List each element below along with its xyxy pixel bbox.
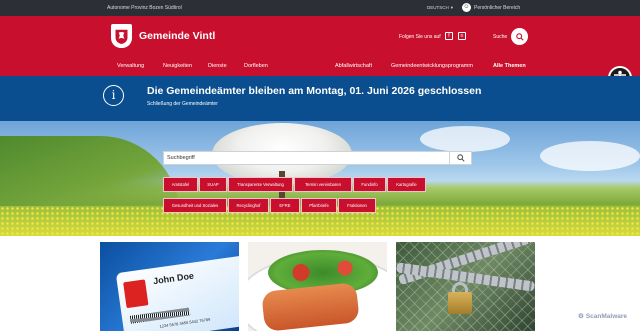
municipality-crest-logo[interactable] [111, 24, 132, 48]
quicklink-suap[interactable]: SUAP [199, 177, 227, 192]
site-header: Gemeinde Vintl Folgen Sie uns auf f ≡ Su… [0, 16, 640, 76]
facebook-icon[interactable]: f [445, 32, 453, 40]
crest-icon [115, 29, 128, 44]
nav-neuigkeiten[interactable]: Neuigkeiten [163, 63, 192, 69]
site-title[interactable]: Gemeinde Vintl [139, 30, 215, 42]
hill [0, 136, 180, 216]
nav-verwaltung[interactable]: Verwaltung [117, 63, 144, 69]
hero-search-button[interactable] [449, 151, 471, 165]
nav-abfallwirtschaft[interactable]: Abfallwirtschaft [335, 63, 372, 69]
province-link[interactable]: Autonome Provinz Bozen Südtirol [107, 5, 182, 11]
personal-area-button[interactable]: ☺ Persönlicher Bereich [462, 3, 520, 12]
search-input[interactable]: Suchbegriff [167, 155, 195, 161]
follow-us-label: Folgen Sie uns auf [399, 34, 441, 40]
card-padlock[interactable] [396, 242, 535, 331]
notice-banner[interactable]: i Die Gemeindeämter bleiben am Montag, 0… [0, 76, 640, 121]
watermark: ⚙ ScanMalware [578, 312, 628, 321]
nav-alle-themen[interactable]: Alle Themen [493, 63, 526, 69]
id-card-name: John Doe [152, 270, 195, 287]
info-icon: i [103, 85, 124, 106]
cloud [540, 141, 640, 171]
nav-dienste[interactable]: Dienste [208, 63, 227, 69]
quicklink-pfarrbriefe[interactable]: Pfarrbriefe [301, 198, 337, 213]
top-bar: Autonome Provinz Bozen Südtirol DEUTSCH … [0, 0, 640, 16]
language-selector[interactable]: DEUTSCH [427, 5, 453, 11]
nav-dorfleben[interactable]: Dorfleben [244, 63, 268, 69]
header-search-button[interactable] [511, 28, 528, 45]
padlock-icon [448, 292, 472, 314]
watermark-icon: ⚙ [578, 313, 584, 320]
notice-subline: Schließung der Gemeindeämter [147, 101, 218, 107]
watermark-text: ScanMalware [585, 312, 628, 320]
quicklink-fraktionen[interactable]: Fraktionen [338, 198, 376, 213]
hero-search-field[interactable]: Suchbegriff [163, 151, 472, 165]
quicklink-kartografie[interactable]: Kartografie [387, 177, 426, 192]
quicklink-fundinfo[interactable]: Fundinfo [353, 177, 386, 192]
notice-headline[interactable]: Die Gemeindeämter bleiben am Montag, 01.… [147, 85, 481, 97]
card-food[interactable] [248, 242, 387, 331]
id-card-illustration: John Doe 1234 5678 3456 5432 76789 [115, 255, 239, 331]
search-label: Suche [493, 34, 508, 40]
search-icon [456, 154, 465, 162]
quicklink-transparente-verwaltung[interactable]: Transparente Verwaltung [228, 177, 293, 192]
quicklink-gesundheit-und-soziales[interactable]: Gesundheit und Soziales [163, 198, 227, 213]
id-photo [123, 279, 149, 309]
personal-area-label: Persönlicher Bereich [474, 4, 521, 11]
quicklink-termin-vereinbaren[interactable]: Termin vereinbaren [294, 177, 352, 192]
quicklink-amtstafel[interactable]: Amtstafel [163, 177, 198, 192]
user-icon: ☺ [462, 3, 471, 12]
quicklink-efre[interactable]: EFRE [270, 198, 300, 213]
rss-icon[interactable]: ≡ [458, 32, 466, 40]
card-digital-id[interactable]: John Doe 1234 5678 3456 5432 76789 [100, 242, 239, 331]
cloud [420, 126, 510, 152]
search-icon [515, 32, 524, 41]
quicklink-recyclinghof[interactable]: Recyclinghof [228, 198, 269, 213]
nav-gemeindeentwicklungsprogramm[interactable]: Gemeindeentwicklungsprogramm [391, 63, 473, 69]
